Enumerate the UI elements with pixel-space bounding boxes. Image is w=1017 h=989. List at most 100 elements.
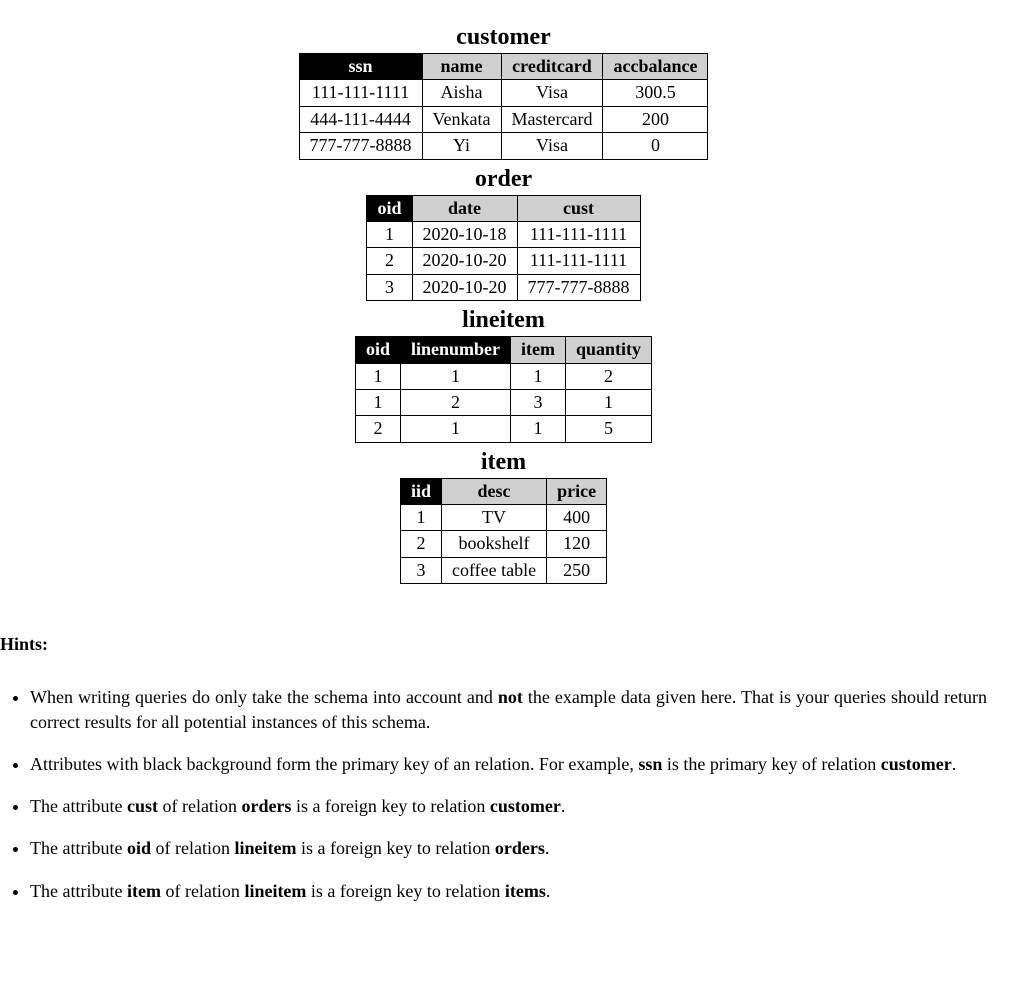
column-header: item [511,337,566,363]
text: . [546,881,551,901]
hint-item: The attribute item of relation lineitem … [30,879,987,903]
table-cell: 120 [547,531,607,557]
table-title: order [0,166,1007,193]
table-cell: coffee table [441,557,546,583]
table-row: 2115 [355,416,651,442]
table-cell: 1 [355,363,400,389]
text: When writing queries do only take the sc… [30,687,498,707]
table-cell: Yi [422,133,501,159]
table-cell: Mastercard [501,106,603,132]
table-cell: bookshelf [441,531,546,557]
text: The attribute [30,796,127,816]
bold-text: cust [127,796,158,816]
relation-table: oidlinenumberitemquantity111212312115 [355,336,652,443]
bold-text: customer [490,796,561,816]
text: of relation [161,881,244,901]
table-cell: 1 [511,416,566,442]
table-cell: 3 [367,274,412,300]
bold-text: ssn [638,754,662,774]
text: Attributes with black background form th… [30,754,638,774]
table-cell: Venkata [422,106,501,132]
table-cell: 1 [400,416,510,442]
table-title: lineitem [0,307,1007,334]
table-title: item [0,449,1007,476]
table-cell: 400 [547,505,607,531]
table-cell: 1 [400,363,510,389]
table-cell: 2020-10-20 [412,248,517,274]
bold-text: item [127,881,161,901]
bold-text: oid [127,838,151,858]
relation-table: oiddatecust12020-10-18111-111-111122020-… [366,195,640,302]
column-header: linenumber [400,337,510,363]
table-cell: 3 [511,389,566,415]
column-header: price [547,478,607,504]
table-cell: 2020-10-18 [412,221,517,247]
hint-item: The attribute cust of relation orders is… [30,794,987,818]
table-cell: Visa [501,133,603,159]
table-cell: 5 [565,416,651,442]
table-cell: 200 [603,106,708,132]
column-header: name [422,54,501,80]
column-header: desc [441,478,546,504]
table-cell: 777-777-8888 [517,274,640,300]
table-row: 1TV400 [400,505,606,531]
table-cell: TV [441,505,546,531]
table-cell: 3 [400,557,441,583]
column-header: oid [355,337,400,363]
bold-text: lineitem [244,881,306,901]
table-cell: 300.5 [603,80,708,106]
text: is a foreign key to relation [296,838,494,858]
tables-area: customerssnnamecreditcardaccbalance111-1… [0,24,1007,584]
text: of relation [151,838,234,858]
table-row: 1231 [355,389,651,415]
column-header: accbalance [603,54,708,80]
table-customer: customerssnnamecreditcardaccbalance111-1… [0,24,1007,160]
table-cell: Aisha [422,80,501,106]
table-row: 2bookshelf120 [400,531,606,557]
table-cell: 2 [565,363,651,389]
table-row: 111-111-1111AishaVisa300.5 [299,80,708,106]
text: is a foreign key to relation [291,796,489,816]
table-title: customer [0,24,1007,51]
table-row: 32020-10-20777-777-8888 [367,274,640,300]
table-cell: 111-111-1111 [299,80,422,106]
bold-text: items [505,881,546,901]
column-header: iid [400,478,441,504]
text: is a foreign key to relation [306,881,504,901]
column-header: date [412,195,517,221]
hints-heading: Hints: [0,634,1007,655]
text: The attribute [30,838,127,858]
bold-text: customer [881,754,952,774]
hint-item: When writing queries do only take the sc… [30,685,987,734]
bold-text: not [498,687,523,707]
table-cell: 2 [355,416,400,442]
column-header: quantity [565,337,651,363]
column-header: ssn [299,54,422,80]
table-cell: 444-111-4444 [299,106,422,132]
table-cell: 1 [400,505,441,531]
table-row: 12020-10-18111-111-1111 [367,221,640,247]
text: . [561,796,566,816]
table-cell: Visa [501,80,603,106]
table-row: 3coffee table250 [400,557,606,583]
text: . [952,754,957,774]
table-cell: 1 [565,389,651,415]
column-header: creditcard [501,54,603,80]
table-cell: 111-111-1111 [517,248,640,274]
table-row: 22020-10-20111-111-1111 [367,248,640,274]
table-cell: 250 [547,557,607,583]
hint-item: The attribute oid of relation lineitem i… [30,836,987,860]
text: of relation [158,796,241,816]
bold-text: lineitem [234,838,296,858]
bold-text: orders [241,796,291,816]
relation-table: ssnnamecreditcardaccbalance111-111-1111A… [299,53,709,160]
hints-list: When writing queries do only take the sc… [30,685,987,903]
table-cell: 2020-10-20 [412,274,517,300]
table-cell: 1 [511,363,566,389]
table-cell: 777-777-8888 [299,133,422,159]
table-row: 444-111-4444VenkataMastercard200 [299,106,708,132]
column-header: oid [367,195,412,221]
table-cell: 1 [355,389,400,415]
bold-text: orders [495,838,545,858]
text: is the primary key of relation [662,754,880,774]
